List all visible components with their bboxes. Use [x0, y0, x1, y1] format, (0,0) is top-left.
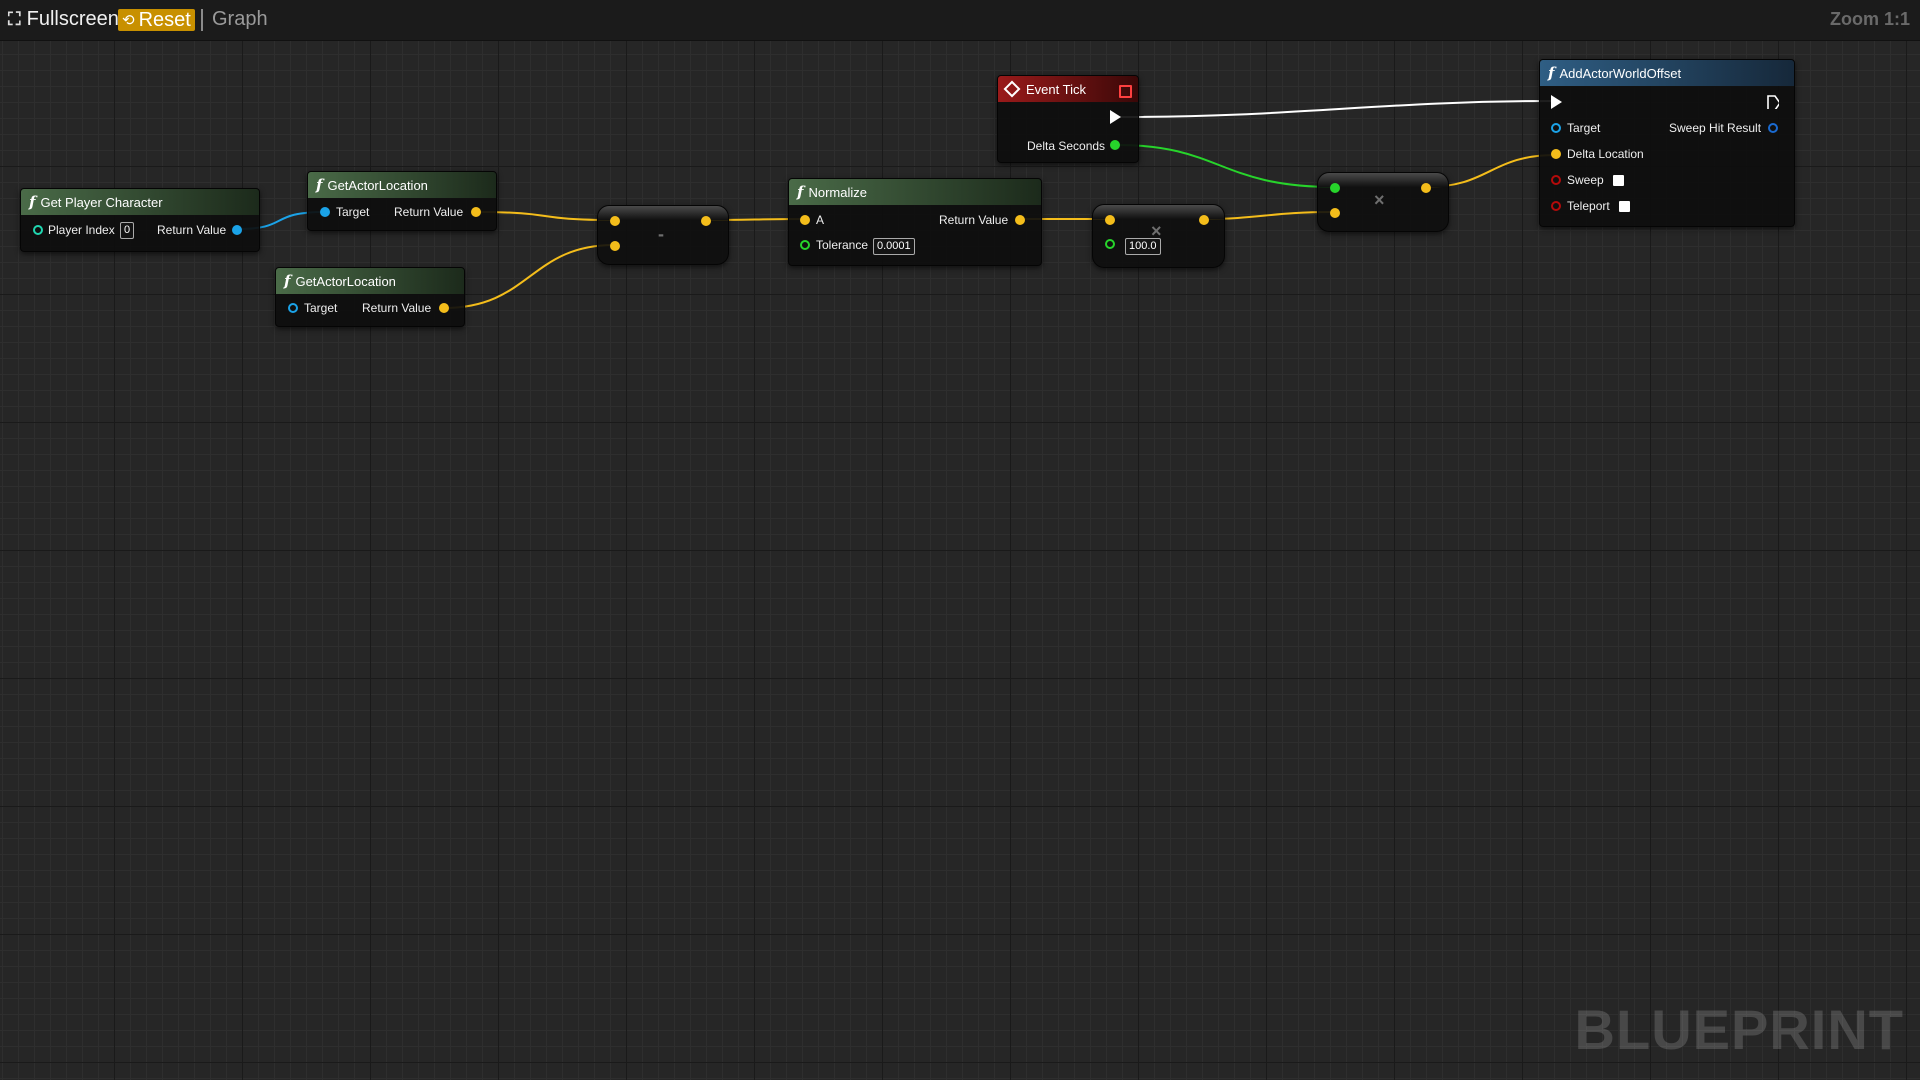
- reset-label: Reset: [138, 8, 191, 31]
- reset-button[interactable]: ⟲ Reset: [118, 9, 195, 31]
- multiply-a-pin[interactable]: [1330, 183, 1340, 193]
- return-value-label: Return Value: [157, 223, 227, 237]
- wire-delta-seconds-to-multiply2: [1117, 144, 1335, 188]
- delegate-pin-icon[interactable]: [1119, 85, 1132, 98]
- subtract-b-pin[interactable]: [610, 241, 620, 251]
- delta-seconds-pin[interactable]: [1110, 140, 1120, 150]
- delta-location-pin[interactable]: [1551, 149, 1561, 159]
- multiply-a-pin[interactable]: [1105, 215, 1115, 225]
- player-index-input[interactable]: 0: [120, 222, 135, 239]
- delta-seconds-label: Delta Seconds: [1027, 139, 1106, 153]
- node-title: Get Player Character: [40, 194, 163, 210]
- node-title: AddActorWorldOffset: [1559, 65, 1682, 81]
- node-title: GetActorLocation: [295, 273, 396, 289]
- return-value-label: Return Value: [394, 205, 464, 219]
- tolerance-input[interactable]: 0.0001: [873, 238, 915, 255]
- node-add-actor-world-offset[interactable]: f AddActorWorldOffset Target Sweep Hit R…: [1539, 59, 1795, 227]
- exec-out-pin[interactable]: [1767, 95, 1779, 109]
- return-value-label: Return Value: [362, 301, 432, 315]
- node-get-actor-location[interactable]: f GetActorLocation Target Return Value: [307, 171, 497, 231]
- fullscreen-label: Fullscreen: [26, 7, 119, 30]
- teleport-pin[interactable]: [1551, 201, 1561, 211]
- player-index-pin[interactable]: [33, 225, 43, 235]
- exec-in-pin[interactable]: [1551, 95, 1562, 109]
- function-icon: f: [316, 176, 323, 194]
- delta-location-label: Delta Location: [1567, 147, 1644, 161]
- node-header: f Normalize: [789, 179, 1041, 205]
- return-value-pin[interactable]: [439, 303, 449, 313]
- node-normalize[interactable]: f Normalize A Return Value Tolerance 0.0…: [788, 178, 1042, 266]
- toolbar-divider: [201, 9, 203, 31]
- target-label: Target: [1567, 121, 1601, 135]
- multiply-out-pin[interactable]: [1199, 215, 1209, 225]
- target-pin[interactable]: [320, 207, 330, 217]
- target-pin[interactable]: [1551, 123, 1561, 133]
- subtract-a-pin[interactable]: [610, 216, 620, 226]
- node-subtract[interactable]: -: [597, 205, 729, 265]
- sweep-checkbox[interactable]: [1613, 175, 1624, 186]
- multiply-b-pin[interactable]: [1330, 208, 1340, 218]
- zoom-level: Zoom 1:1: [1829, 8, 1910, 29]
- toolbar: ⛶ Fullscreen ⟲ Reset Graph Zoom 1:1: [0, 0, 1920, 41]
- node-event-tick[interactable]: Event Tick Delta Seconds: [997, 75, 1139, 163]
- sweep-pin[interactable]: [1551, 175, 1561, 185]
- a-pin[interactable]: [800, 215, 810, 225]
- function-icon: f: [29, 193, 36, 211]
- return-value-label: Return Value: [939, 213, 1009, 227]
- teleport-checkbox[interactable]: [1619, 201, 1630, 212]
- target-label: Target: [336, 205, 370, 219]
- node-header: f GetActorLocation: [308, 172, 496, 198]
- target-pin[interactable]: [288, 303, 298, 313]
- node-multiply[interactable]: ×: [1317, 172, 1449, 232]
- multiply-out-pin[interactable]: [1421, 183, 1431, 193]
- sweep-hit-result-pin[interactable]: [1768, 123, 1778, 133]
- sweep-hit-result-label: Sweep Hit Result: [1669, 121, 1762, 135]
- node-header: f GetActorLocation: [276, 268, 464, 294]
- multiply-symbol: ×: [1151, 221, 1162, 241]
- multiply-symbol: ×: [1374, 190, 1385, 210]
- player-index-label: Player Index: [48, 223, 115, 237]
- fullscreen-icon: ⛶: [8, 8, 21, 29]
- return-value-pin[interactable]: [232, 225, 242, 235]
- tolerance-pin[interactable]: [800, 240, 810, 250]
- node-get-actor-location[interactable]: f GetActorLocation Target Return Value: [275, 267, 465, 327]
- function-icon: f: [284, 272, 291, 290]
- reset-icon: ⟲: [122, 12, 135, 29]
- node-get-player-character[interactable]: f Get Player Character Player Index 0 Re…: [20, 188, 260, 252]
- subtract-symbol: -: [658, 224, 664, 244]
- node-header: f Get Player Character: [21, 189, 259, 215]
- sweep-label: Sweep: [1567, 173, 1604, 187]
- event-icon: [1003, 80, 1021, 98]
- wire-exec-tick-to-offset: [1117, 100, 1556, 118]
- node-title: Event Tick: [1026, 81, 1086, 97]
- node-header: f AddActorWorldOffset: [1540, 60, 1794, 86]
- teleport-label: Teleport: [1567, 199, 1610, 213]
- graph-label: Graph: [212, 7, 268, 30]
- function-icon: f: [1548, 64, 1555, 82]
- node-multiply[interactable]: 100.0 ×: [1092, 204, 1225, 268]
- target-label: Target: [304, 301, 338, 315]
- tolerance-label: Tolerance: [816, 238, 869, 252]
- wire-location2-to-subtract-b: [443, 244, 615, 309]
- node-header: Event Tick: [998, 76, 1138, 102]
- node-title: Normalize: [808, 184, 867, 200]
- node-title: GetActorLocation: [327, 177, 428, 193]
- multiply-b-pin[interactable]: [1105, 239, 1115, 249]
- fullscreen-button[interactable]: ⛶ Fullscreen: [8, 0, 119, 38]
- return-value-pin[interactable]: [1015, 215, 1025, 225]
- subtract-out-pin[interactable]: [701, 216, 711, 226]
- return-value-pin[interactable]: [471, 207, 481, 217]
- exec-out-pin[interactable]: [1110, 110, 1121, 124]
- a-label: A: [816, 213, 825, 227]
- function-icon: f: [797, 183, 804, 201]
